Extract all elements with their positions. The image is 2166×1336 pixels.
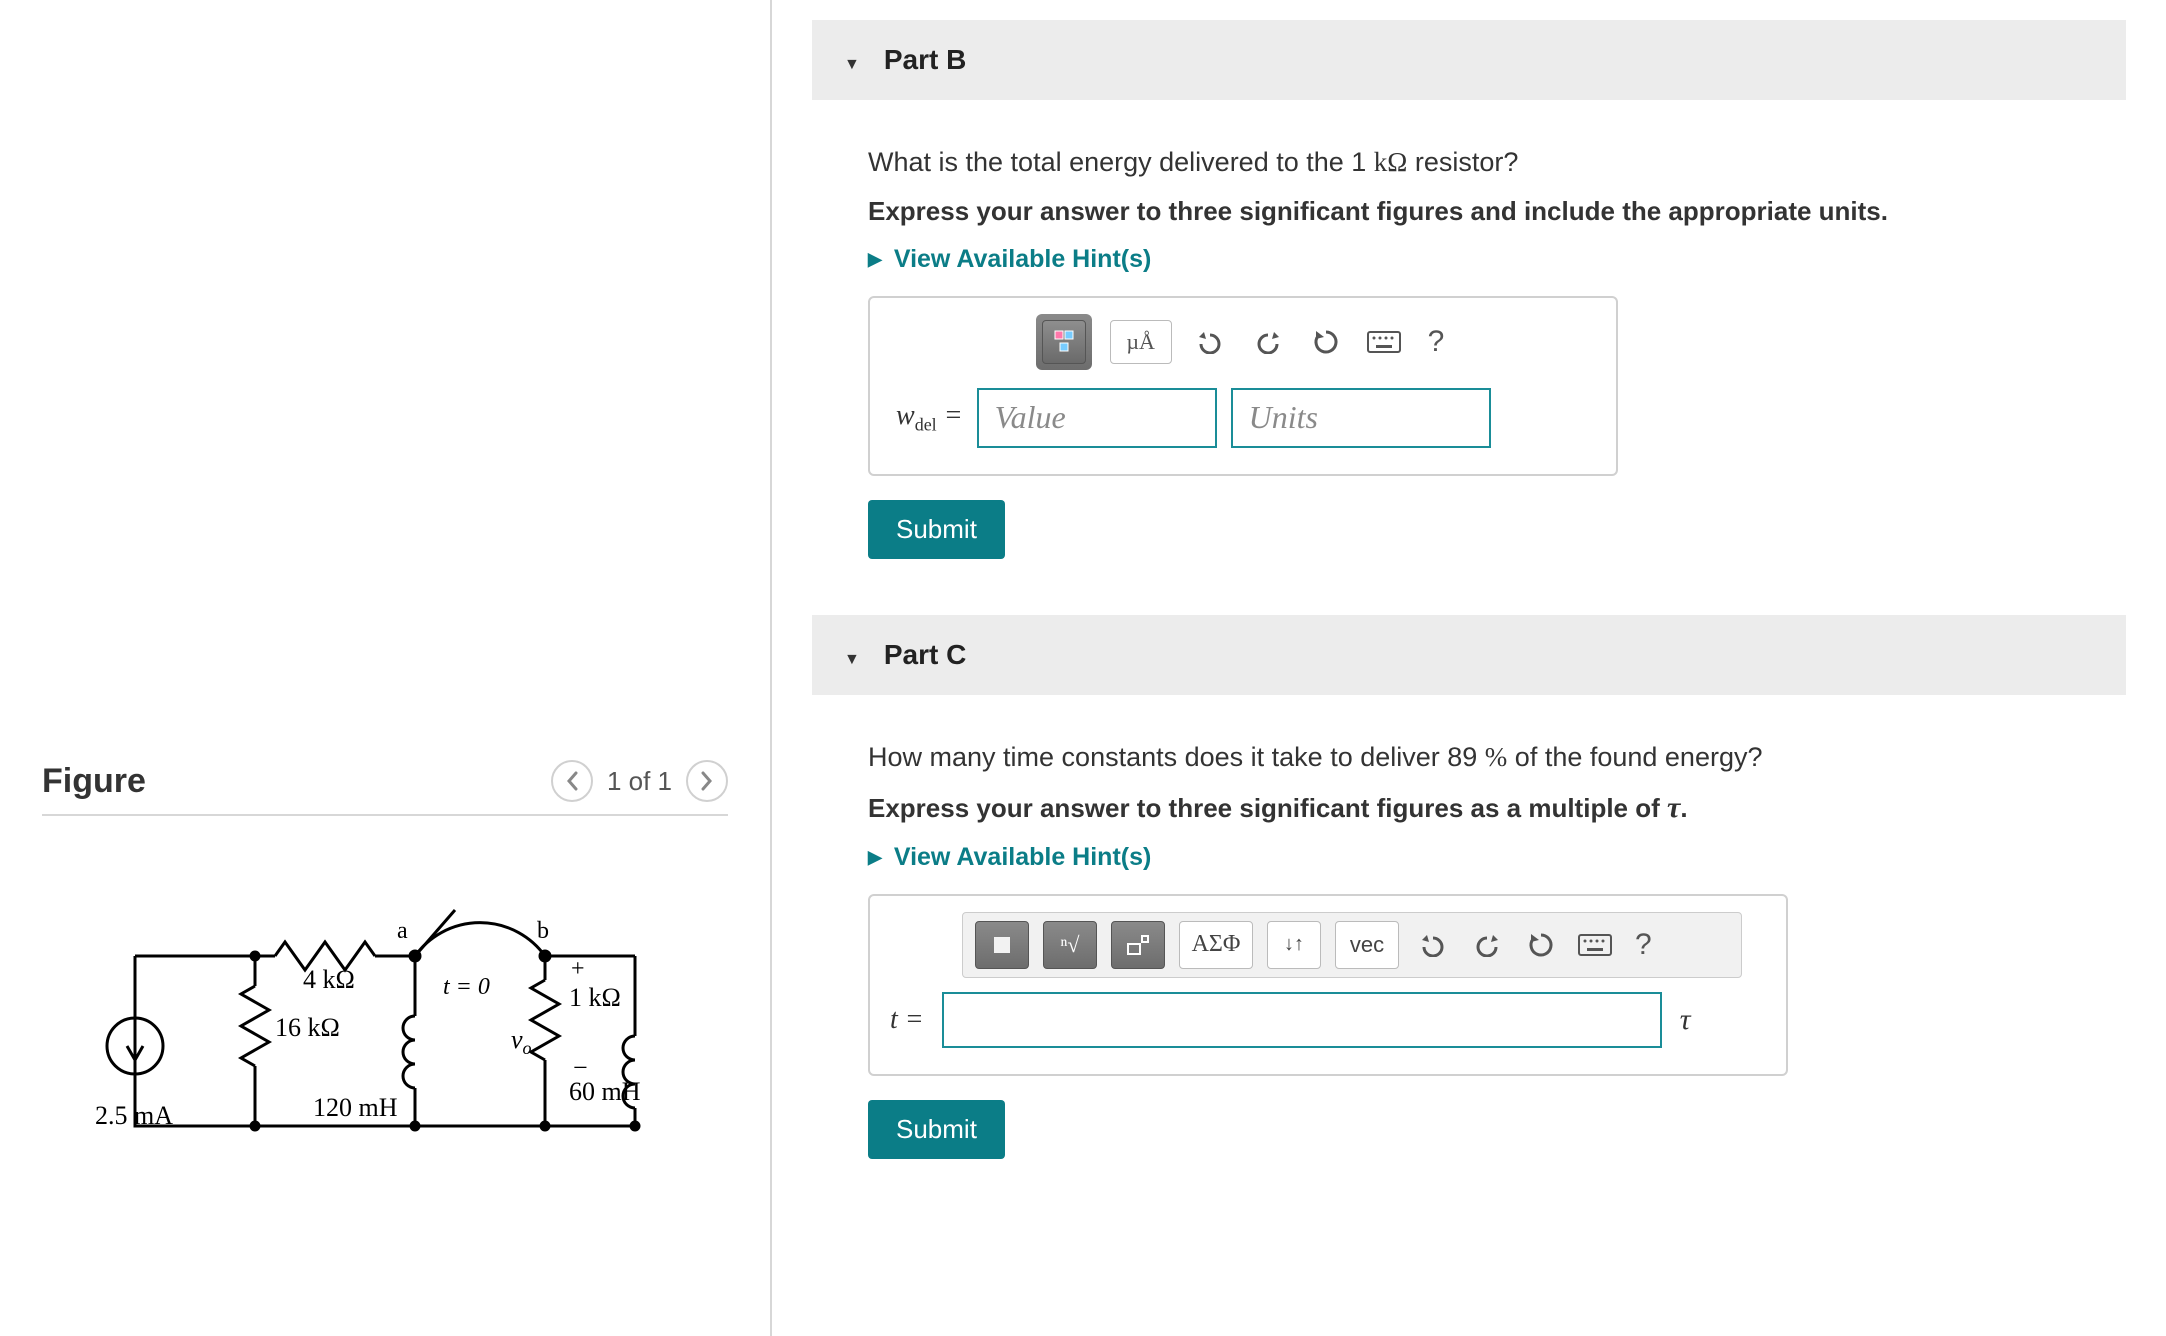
part-b-title: Part B <box>884 44 966 76</box>
part-c-answer-box: ⁿ√ ΑΣΦ ↓↑ vec <box>868 894 1788 1076</box>
nth-root-button[interactable]: ⁿ√ <box>1043 921 1097 969</box>
part-c-submit-button[interactable]: Submit <box>868 1100 1005 1159</box>
figure-title: Figure <box>42 762 146 801</box>
redo-icon <box>1254 330 1282 354</box>
undo-icon <box>1419 933 1447 957</box>
caret-right-icon: ▶ <box>868 249 882 270</box>
redo-button[interactable] <box>1248 322 1288 362</box>
part-c-hints-link[interactable]: ▶ View Available Hint(s) <box>868 843 1151 872</box>
root-icon: ⁿ√ <box>1060 932 1079 958</box>
part-b-variable-label: wdel = <box>896 400 963 436</box>
part-c-instruction: Express your answer to three significant… <box>868 791 2094 825</box>
part-c-question: How many time constants does it take to … <box>868 737 2094 779</box>
part-b-value-input[interactable]: Value <box>977 388 1217 448</box>
label-r2: 16 kΩ <box>275 1013 340 1042</box>
label-node-b: b <box>537 918 549 944</box>
label-node-a: a <box>397 918 408 944</box>
part-c-toolbar: ⁿ√ ΑΣΦ ↓↑ vec <box>962 912 1742 978</box>
part-b-header[interactable]: Part B <box>812 20 2126 100</box>
part-c-variable-label: t = <box>890 1004 924 1036</box>
redo-icon <box>1473 933 1501 957</box>
part-b-toolbar: µÅ ? <box>890 314 1596 370</box>
part-c-title: Part C <box>884 639 966 671</box>
part-c: Part C How many time constants does it t… <box>812 615 2126 1195</box>
fraction-template-button[interactable] <box>1042 320 1086 364</box>
part-b-submit-button[interactable]: Submit <box>868 500 1005 559</box>
label-source: 2.5 mA <box>95 1101 173 1130</box>
chevron-left-icon <box>565 771 579 791</box>
reset-icon <box>1312 328 1340 356</box>
caret-right-icon: ▶ <box>868 847 882 868</box>
chevron-right-icon <box>700 771 714 791</box>
undo-button[interactable] <box>1190 322 1230 362</box>
label-switch-t: t = 0 <box>443 974 490 1000</box>
part-b-hints-link[interactable]: ▶ View Available Hint(s) <box>868 245 1151 274</box>
part-c-header[interactable]: Part C <box>812 615 2126 695</box>
keyboard-icon <box>1578 934 1612 956</box>
label-l1: 120 mH <box>313 1093 398 1122</box>
keyboard-icon <box>1367 331 1401 353</box>
redo-button[interactable] <box>1467 925 1507 965</box>
square-template-button[interactable] <box>975 921 1029 969</box>
help-button[interactable]: ? <box>1629 928 1658 962</box>
label-minus: − <box>573 1053 588 1082</box>
svg-text:vo: vo <box>511 1025 532 1058</box>
square-icon <box>992 935 1012 955</box>
help-button[interactable]: ? <box>1422 325 1451 359</box>
part-b-units-input[interactable]: Units <box>1231 388 1491 448</box>
part-b-answer-box: µÅ ? <box>868 296 1618 476</box>
label-r3: 1 kΩ <box>569 983 621 1012</box>
part-b-instruction: Express your answer to three significant… <box>868 196 2094 227</box>
circuit-diagram: a b 4 kΩ 16 kΩ 120 mH t = 0 1 kΩ 60 mH 2… <box>42 876 728 1156</box>
reset-button[interactable] <box>1521 925 1561 965</box>
greek-letters-button[interactable]: ΑΣΦ <box>1179 921 1253 969</box>
templates-button-group <box>1036 314 1092 370</box>
undo-icon <box>1196 330 1224 354</box>
reset-icon <box>1527 931 1555 959</box>
part-c-unit-tau: τ <box>1680 1003 1691 1037</box>
reset-button[interactable] <box>1306 322 1346 362</box>
caret-down-icon <box>844 44 860 76</box>
figure-prev-button[interactable] <box>551 760 593 802</box>
caret-down-icon <box>844 639 860 671</box>
figure-nav-text: 1 of 1 <box>607 766 672 797</box>
part-b-question: What is the total energy delivered to th… <box>868 142 2094 184</box>
subscript-superscript-button[interactable]: ↓↑ <box>1267 921 1321 969</box>
label-vo: v <box>511 1025 523 1054</box>
label-plus: + <box>571 956 585 982</box>
micro-angstrom-button[interactable]: µÅ <box>1110 320 1172 364</box>
part-c-answer-input[interactable] <box>942 992 1662 1048</box>
vector-button[interactable]: vec <box>1335 921 1399 969</box>
fraction-icon <box>1051 329 1077 355</box>
keyboard-button[interactable] <box>1364 322 1404 362</box>
undo-button[interactable] <box>1413 925 1453 965</box>
figure-next-button[interactable] <box>686 760 728 802</box>
sub-sup-icon: ↓↑ <box>1284 933 1304 956</box>
keyboard-button[interactable] <box>1575 925 1615 965</box>
label-r1: 4 kΩ <box>303 965 355 994</box>
part-b: Part B What is the total energy delivere… <box>812 20 2126 595</box>
exponent-template-button[interactable] <box>1111 921 1165 969</box>
exponent-icon <box>1126 934 1150 956</box>
